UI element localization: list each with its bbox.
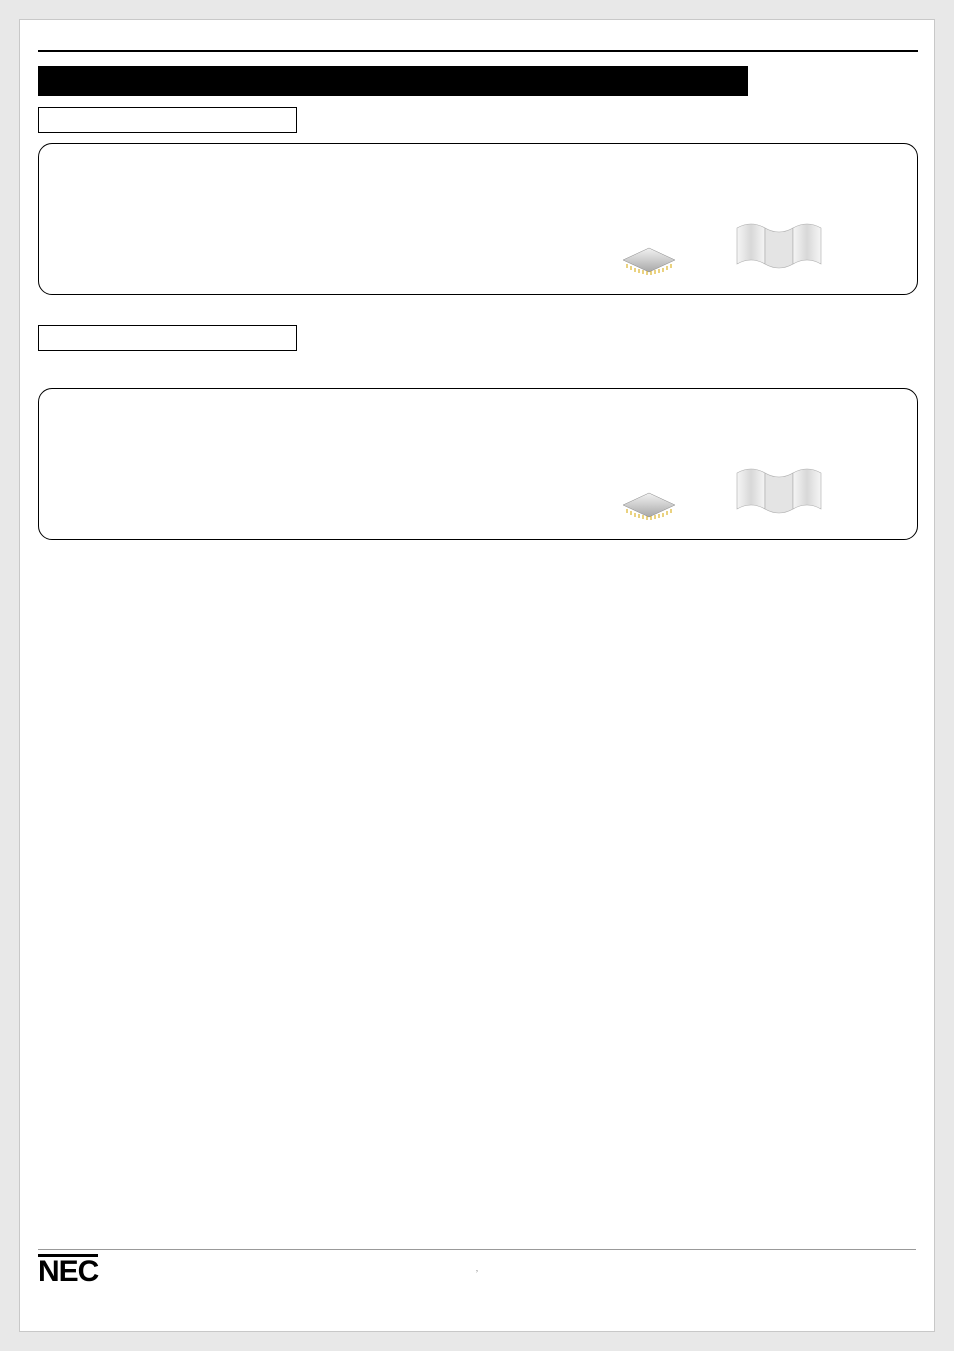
chip-icon [617,487,681,523]
folded-document-icon [733,463,825,515]
info-panel-1 [38,143,918,295]
nec-logo: NEC [38,1254,98,1287]
page-footer: NEC [38,1249,916,1295]
top-rule [38,50,918,52]
subsection-title-box-1 [38,107,297,133]
content-area [38,50,918,1293]
info-panel-2 [38,388,918,540]
section-black-bar [38,66,748,96]
footer-rule [38,1249,916,1250]
folded-document-icon [733,218,825,270]
chip-icon [617,242,681,278]
page-sheet: , NEC [19,19,935,1332]
subsection-title-box-2 [38,325,297,351]
